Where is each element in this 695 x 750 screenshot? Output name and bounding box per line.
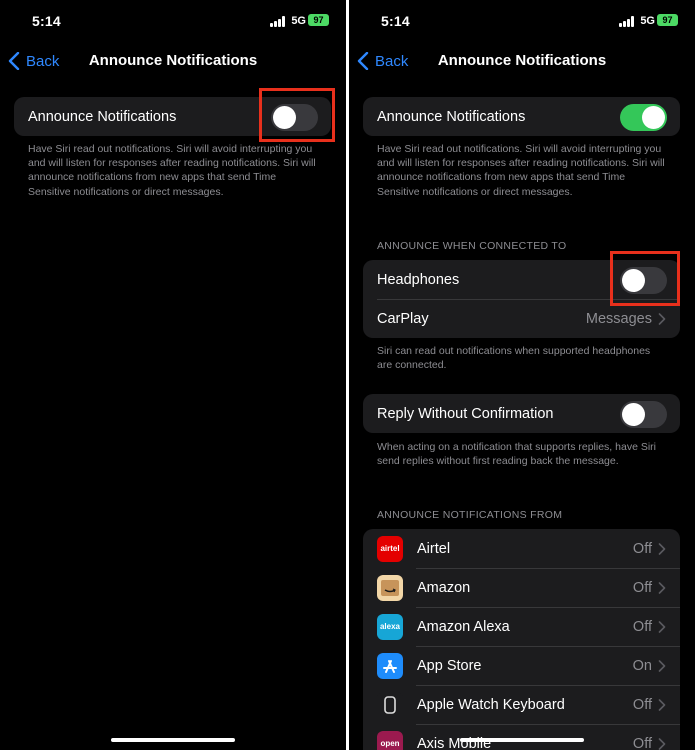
app-announce-value: Off <box>632 579 652 596</box>
app-icon-text: open <box>380 739 400 748</box>
connected-footer: Siri can read out notifications when sup… <box>377 345 651 372</box>
amazon-icon <box>377 574 403 601</box>
battery-icon: 97 <box>657 14 678 26</box>
navigation-bar: Back Announce Notifications <box>0 50 346 74</box>
page-title: Announce Notifications <box>437 52 607 69</box>
status-bar: 5:14 5G 97 <box>349 13 695 33</box>
connected-section-header: ANNOUNCE WHEN CONNECTED TO <box>377 240 567 252</box>
announce-notifications-toggle[interactable] <box>620 104 667 131</box>
app-row[interactable]: App Store On <box>363 646 680 685</box>
airtel-icon: airtel <box>377 535 403 562</box>
chevron-right-icon <box>658 620 666 633</box>
app-row[interactable]: Amazon Off <box>363 568 680 607</box>
chevron-right-icon <box>658 659 666 672</box>
navigation-bar: Back Announce Notifications <box>349 50 695 74</box>
app-icon-text: airtel <box>380 544 400 553</box>
highlight-box <box>259 88 335 142</box>
chevron-right-icon <box>658 698 666 711</box>
app-row[interactable]: airtel Airtel Off <box>363 529 680 568</box>
app-row[interactable]: alexa Amazon Alexa Off <box>363 607 680 646</box>
status-bar: 5:14 5G 97 <box>0 13 346 33</box>
app-name: Apple Watch Keyboard <box>417 696 565 713</box>
network-label: 5G <box>640 15 655 27</box>
home-indicator <box>460 738 584 742</box>
app-store-icon <box>377 652 403 679</box>
app-icon-text: alexa <box>379 622 401 631</box>
axis-mobile-icon: open <box>377 730 403 750</box>
chevron-right-icon <box>658 581 666 594</box>
network-label: 5G <box>291 15 306 27</box>
home-indicator <box>111 738 235 742</box>
app-row[interactable]: Apple Watch Keyboard Off <box>363 685 680 724</box>
chevron-right-icon <box>658 737 666 750</box>
alexa-icon: alexa <box>377 613 403 640</box>
carplay-label: CarPlay <box>377 310 429 327</box>
carplay-value: Messages <box>585 310 652 327</box>
app-announce-value: On <box>632 657 652 674</box>
signal-icon <box>619 16 635 27</box>
announce-description: Have Siri read out notifications. Siri w… <box>28 143 316 198</box>
apps-section-header: ANNOUNCE NOTIFICATIONS FROM <box>377 509 563 521</box>
app-name: Amazon Alexa <box>417 618 510 635</box>
toggle-knob <box>622 403 645 426</box>
app-announce-value: Off <box>632 696 652 713</box>
app-announce-value: Off <box>632 618 652 635</box>
reply-without-confirmation-row: Reply Without Confirmation <box>363 394 680 433</box>
chevron-right-icon <box>658 542 666 555</box>
left-screenshot: 5:14 5G 97 Back Announce Notifications A… <box>0 0 346 750</box>
app-row[interactable]: open Axis Mobile Off <box>363 724 680 750</box>
announce-notifications-row: Announce Notifications <box>363 97 680 136</box>
app-name: Amazon <box>417 579 471 596</box>
announce-group: Announce Notifications <box>363 97 680 136</box>
signal-icon <box>270 16 286 27</box>
battery-icon: 97 <box>308 14 329 26</box>
app-name: Airtel <box>417 540 451 557</box>
announce-description: Have Siri read out notifications. Siri w… <box>377 143 665 198</box>
app-announce-value: Off <box>632 735 652 750</box>
chevron-right-icon <box>658 312 666 325</box>
status-time: 5:14 <box>32 13 61 29</box>
apps-list: airtel Airtel Off Amazon Off alexa Amazon Alex… <box>363 529 680 750</box>
status-time: 5:14 <box>381 13 410 29</box>
app-name: App Store <box>417 657 482 674</box>
toggle-knob <box>642 106 665 129</box>
page-title: Announce Notifications <box>88 52 258 69</box>
reply-group: Reply Without Confirmation <box>363 394 680 433</box>
reply-without-confirmation-toggle[interactable] <box>620 401 667 428</box>
app-announce-value: Off <box>632 540 652 557</box>
reply-footer: When acting on a notification that suppo… <box>377 441 656 468</box>
highlight-box <box>610 251 680 306</box>
apple-watch-keyboard-icon <box>377 691 403 718</box>
right-screenshot: 5:14 5G 97 Back Announce Notifications A… <box>349 0 695 750</box>
